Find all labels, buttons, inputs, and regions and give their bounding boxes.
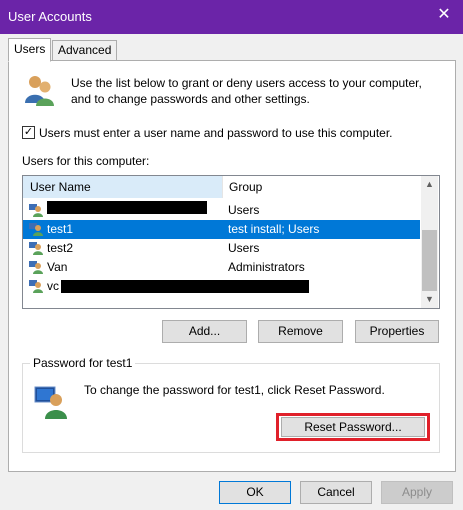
password-group-title: Password for test1 xyxy=(30,356,136,370)
ok-button[interactable]: OK xyxy=(219,481,291,504)
row-group: test install; Users xyxy=(228,222,320,236)
apply-button[interactable]: Apply xyxy=(381,481,453,504)
table-row[interactable]: Van Administrators xyxy=(23,258,421,277)
column-header-group[interactable]: Group xyxy=(222,176,427,198)
row-user-name: test2 xyxy=(47,241,74,255)
require-password-label[interactable]: Users must enter a user name and passwor… xyxy=(39,126,393,140)
properties-button[interactable]: Properties xyxy=(355,320,439,343)
intro-line-2: and to change passwords and other settin… xyxy=(71,92,310,106)
user-icon xyxy=(29,279,43,293)
reset-password-button[interactable]: Reset Password... xyxy=(281,417,425,437)
row-user-name: vc xyxy=(47,279,59,293)
user-icon xyxy=(29,260,43,274)
add-button[interactable]: Add... xyxy=(162,320,247,343)
tab-users[interactable]: Users xyxy=(8,38,52,62)
scroll-down-icon[interactable]: ▼ xyxy=(421,291,438,308)
reset-password-instructions: To change the password for test1, click … xyxy=(84,383,385,397)
row-user-name: test1 xyxy=(47,222,74,236)
remove-button[interactable]: Remove xyxy=(258,320,343,343)
column-header-user-name[interactable]: User Name xyxy=(23,176,222,198)
table-row[interactable]: vc xyxy=(23,277,421,296)
table-row[interactable]: test2 Users xyxy=(23,239,421,258)
title-bar: User Accounts ✕ xyxy=(0,0,463,34)
cancel-button[interactable]: Cancel xyxy=(300,481,372,504)
row-group: Users xyxy=(228,203,260,217)
table-row[interactable]: test1 test install; Users xyxy=(23,220,420,239)
row-group: Users xyxy=(228,241,260,255)
tab-advanced[interactable]: Advanced xyxy=(52,40,118,61)
require-password-checkbox[interactable]: ✓ xyxy=(22,126,35,139)
table-row[interactable]: Users xyxy=(23,201,421,220)
users-section-label: Users for this computer: xyxy=(22,154,150,168)
close-icon[interactable]: ✕ xyxy=(435,6,453,24)
redacted-name xyxy=(61,280,309,293)
list-scrollbar[interactable]: ▲ ▼ xyxy=(421,176,438,308)
window-title: User Accounts xyxy=(8,9,92,24)
intro-line-1: Use the list below to grant or deny user… xyxy=(71,76,422,90)
redacted-name xyxy=(47,201,207,214)
scroll-up-icon[interactable]: ▲ xyxy=(421,176,438,193)
row-user-name: Van xyxy=(47,260,68,274)
scroll-thumb[interactable] xyxy=(422,230,437,291)
users-list[interactable]: User Name Group Users test1 test install… xyxy=(22,175,440,309)
users-icon xyxy=(22,73,56,107)
user-icon xyxy=(29,222,43,236)
user-icon xyxy=(29,241,43,255)
user-icon xyxy=(29,203,43,217)
monitor-user-icon xyxy=(34,385,68,419)
row-group: Administrators xyxy=(228,260,305,274)
